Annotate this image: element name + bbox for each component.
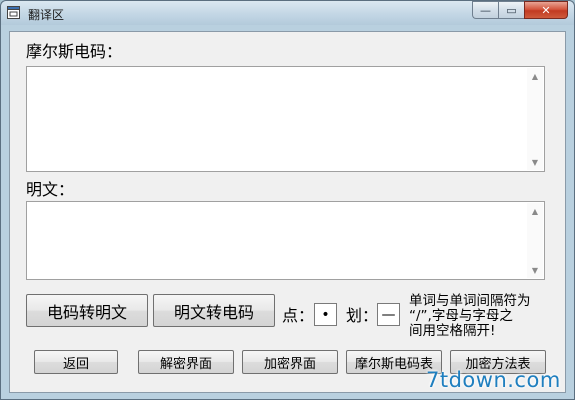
decrypt-view-button[interactable]: 解密界面 [138, 350, 234, 374]
note-line-3: 间用空格隔开! [409, 323, 496, 339]
minimize-icon: — [480, 3, 491, 17]
client-area: 摩尔斯电码： ▲ ▼ 明文： ▲ ▼ 电码转明文 明文转电码 点： • 划： —… [9, 31, 566, 393]
morse-text [29, 69, 526, 169]
plain-textarea[interactable]: ▲ ▼ [26, 201, 545, 280]
morse-label: 摩尔斯电码： [26, 42, 123, 61]
note-line-2: “/”,字母与字母之 [409, 308, 513, 324]
encrypt-view-button[interactable]: 加密界面 [242, 350, 338, 374]
close-button[interactable]: ✕ [524, 1, 568, 19]
scroll-up-icon[interactable]: ▲ [527, 68, 543, 84]
morse-to-plain-button[interactable]: 电码转明文 [26, 294, 148, 327]
maximize-button[interactable]: ▭ [498, 1, 524, 19]
morse-textarea[interactable]: ▲ ▼ [26, 66, 545, 172]
maximize-icon: ▭ [506, 3, 517, 17]
scroll-down-icon[interactable]: ▼ [527, 154, 543, 170]
back-button[interactable]: 返回 [34, 350, 118, 374]
dot-symbol-input[interactable]: • [314, 303, 337, 326]
scroll-down-icon[interactable]: ▼ [527, 262, 543, 278]
window-title: 翻译区 [28, 8, 65, 22]
separator-note: 单词与单词间隔符为 “/”,字母与字母之 间用空格隔开! [409, 294, 531, 339]
close-icon: ✕ [541, 3, 551, 17]
site-watermark: 7tdown.com [426, 368, 561, 392]
note-line-1: 单词与单词间隔符为 [409, 293, 531, 309]
dash-label: 划： [346, 306, 379, 325]
dot-label: 点： [282, 306, 315, 325]
app-window: 翻译区 — ▭ ✕ 摩尔斯电码： ▲ ▼ 明文： ▲ ▼ 电码转明文 明文转电码… [0, 0, 575, 400]
plain-label: 明文： [26, 180, 75, 199]
title-bar[interactable]: 翻译区 — ▭ ✕ [1, 1, 574, 25]
plain-text [29, 204, 526, 277]
plain-to-morse-button[interactable]: 明文转电码 [153, 294, 275, 327]
dash-symbol-input[interactable]: — [377, 303, 400, 326]
plain-scrollbar[interactable]: ▲ ▼ [527, 203, 543, 278]
morse-scrollbar[interactable]: ▲ ▼ [527, 68, 543, 170]
app-icon [7, 6, 20, 19]
scroll-up-icon[interactable]: ▲ [527, 203, 543, 219]
minimize-button[interactable]: — [472, 1, 498, 19]
